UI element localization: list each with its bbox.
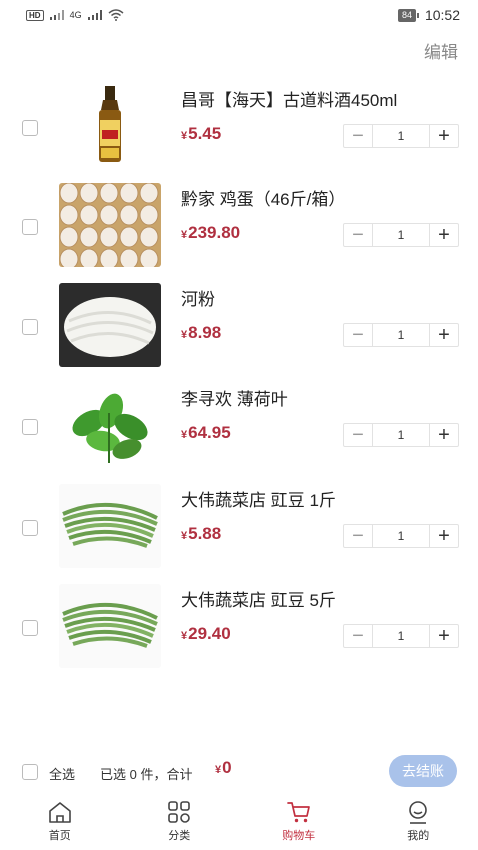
currency-symbol: ¥ <box>181 530 188 542</box>
product-name[interactable]: 大伟蔬菜店 豇豆 5斤 <box>181 586 336 611</box>
increase-button[interactable]: + <box>430 224 458 246</box>
currency-symbol: ¥ <box>181 329 188 341</box>
item-checkbox[interactable] <box>22 620 38 636</box>
item-checkbox[interactable] <box>22 319 38 335</box>
quantity-field[interactable]: 1 <box>372 324 430 346</box>
decrease-button[interactable]: − <box>344 525 372 547</box>
decrease-button[interactable]: − <box>344 424 372 446</box>
cart-item: 昌哥【海天】古道料酒450ml ¥5.45 −1 + <box>0 84 478 184</box>
battery-level: 84 <box>397 8 416 22</box>
clock: 10:52 <box>424 7 460 23</box>
currency-symbol: ¥ <box>181 130 188 142</box>
product-image[interactable] <box>59 584 161 668</box>
quantity-field[interactable]: 1 <box>372 224 430 246</box>
wifi-icon <box>108 9 124 21</box>
tab-label: 分类 <box>168 830 191 842</box>
tab-profile[interactable]: 我的 <box>359 796 478 850</box>
product-name[interactable]: 李寻欢 薄荷叶 <box>181 385 288 410</box>
hd-badge: HD <box>26 9 44 21</box>
price-value: 64.95 <box>188 423 231 442</box>
home-icon <box>48 802 71 823</box>
product-price: ¥5.45 <box>181 124 221 144</box>
increase-button[interactable]: + <box>430 525 458 547</box>
item-checkbox[interactable] <box>22 419 38 435</box>
signal-icon <box>87 10 102 20</box>
cart-item: 李寻欢 薄荷叶 ¥64.95 −1 + <box>0 383 478 483</box>
tab-category[interactable]: 分类 <box>120 796 240 850</box>
currency-symbol: ¥ <box>181 229 188 241</box>
tab-home[interactable]: 首页 <box>0 796 120 850</box>
quantity-field[interactable]: 1 <box>372 125 430 147</box>
item-checkbox[interactable] <box>22 219 38 235</box>
product-name[interactable]: 大伟蔬菜店 豇豆 1斤 <box>181 486 336 511</box>
quantity-stepper: −1 + <box>343 323 459 347</box>
product-name[interactable]: 昌哥【海天】古道料酒450ml <box>181 86 397 111</box>
quantity-stepper: −1 + <box>343 124 459 148</box>
quantity-field[interactable]: 1 <box>372 424 430 446</box>
signal-icon <box>49 10 64 20</box>
product-price: ¥8.98 <box>181 323 221 343</box>
currency-symbol: ¥ <box>181 429 188 441</box>
decrease-button[interactable]: − <box>344 224 372 246</box>
select-all-label[interactable]: 全选 <box>49 764 75 783</box>
item-checkbox[interactable] <box>22 520 38 536</box>
total-amount: ¥0 <box>215 758 232 778</box>
status-network: HD 4G <box>26 9 124 21</box>
price-value: 29.40 <box>188 624 231 643</box>
cart-item: 大伟蔬菜店 豇豆 1斤 ¥5.88 −1 + <box>0 484 478 584</box>
tab-cart[interactable]: 购物车 <box>239 796 359 850</box>
total-value: 0 <box>222 758 232 777</box>
product-image[interactable] <box>59 183 161 267</box>
network-type: 4G <box>69 10 82 20</box>
category-icon <box>168 801 191 823</box>
quantity-stepper: −1 + <box>343 223 459 247</box>
decrease-button[interactable]: − <box>344 324 372 346</box>
cart-item: 大伟蔬菜店 豇豆 5斤 ¥29.40 −1 + <box>0 584 478 684</box>
product-name[interactable]: 河粉 <box>181 285 215 310</box>
increase-button[interactable]: + <box>430 424 458 446</box>
product-image[interactable] <box>59 84 161 168</box>
quantity-field[interactable]: 1 <box>372 525 430 547</box>
quantity-stepper: −1 + <box>343 423 459 447</box>
checkout-button[interactable]: 去结账 <box>389 755 457 787</box>
bottom-tab-bar: 首页 分类 购物车 我的 <box>0 796 478 850</box>
cart-item: 黔家 鸡蛋（46斤/箱） ¥239.80 −1 + <box>0 183 478 283</box>
tab-label: 我的 <box>407 830 430 842</box>
product-price: ¥5.88 <box>181 524 221 544</box>
tab-label: 购物车 <box>282 830 316 842</box>
quantity-field[interactable]: 1 <box>372 625 430 647</box>
decrease-button[interactable]: − <box>344 625 372 647</box>
price-value: 8.98 <box>188 323 222 342</box>
selection-summary: 已选 0 件，合计 <box>100 767 193 782</box>
product-name[interactable]: 黔家 鸡蛋（46斤/箱） <box>181 185 345 210</box>
product-price: ¥29.40 <box>181 624 231 644</box>
tab-label: 首页 <box>48 830 71 842</box>
item-checkbox[interactable] <box>22 120 38 136</box>
product-image[interactable] <box>59 484 161 568</box>
product-image[interactable] <box>59 283 161 367</box>
currency-symbol: ¥ <box>181 630 188 642</box>
product-price: ¥64.95 <box>181 423 231 443</box>
cart-item: 河粉 ¥8.98 −1 + <box>0 283 478 383</box>
cart-icon <box>286 802 310 823</box>
battery-icon: 84 <box>397 8 419 22</box>
product-image[interactable] <box>59 383 161 467</box>
price-value: 239.80 <box>188 223 241 242</box>
decrease-button[interactable]: − <box>344 125 372 147</box>
status-bar: HD 4G 84 10:52 <box>0 0 478 30</box>
currency-symbol: ¥ <box>215 764 222 776</box>
quantity-stepper: −1 + <box>343 524 459 548</box>
increase-button[interactable]: + <box>430 324 458 346</box>
quantity-stepper: −1 + <box>343 624 459 648</box>
increase-button[interactable]: + <box>430 125 458 147</box>
edit-button[interactable]: 编辑 <box>424 38 458 63</box>
price-value: 5.45 <box>188 124 222 143</box>
profile-icon <box>409 801 428 824</box>
select-all-checkbox[interactable] <box>22 764 38 780</box>
increase-button[interactable]: + <box>430 625 458 647</box>
product-price: ¥239.80 <box>181 223 240 243</box>
price-value: 5.88 <box>188 524 222 543</box>
checkout-bar: 全选 已选 0 件，合计 ¥0 去结账 <box>0 752 478 790</box>
